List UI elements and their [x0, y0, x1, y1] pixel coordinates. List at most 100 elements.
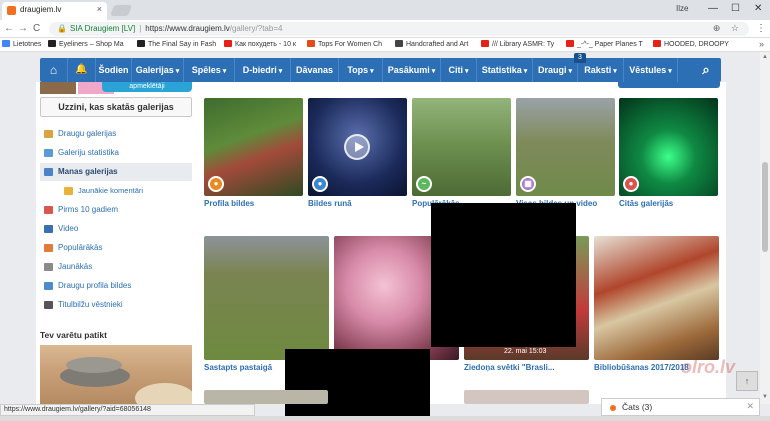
gallery-thumbnail[interactable]: ● [619, 98, 718, 196]
nav-item-label: Citi [448, 65, 463, 75]
nav-item-galerijas[interactable]: Galerijas ▾ [132, 58, 184, 82]
sidebar-item-icon [44, 206, 53, 214]
sidebar-item-icon [44, 263, 53, 271]
gallery-thumbnail[interactable] [204, 390, 328, 404]
sidebar-item[interactable]: Manas galerijas [40, 163, 192, 181]
top-action-strip[interactable] [618, 82, 720, 88]
gallery-thumbnail[interactable]: ▦ [516, 98, 615, 196]
gallery-title[interactable]: Citās galerijās [619, 199, 673, 208]
gallery-thumbnail[interactable]: ~ [412, 98, 511, 196]
scrollbar-thumb[interactable] [762, 162, 768, 252]
recommendation-image[interactable] [40, 345, 192, 404]
gallery-thumbnail[interactable] [464, 390, 589, 404]
maximize-icon[interactable]: ☐ [731, 3, 740, 14]
page-scrollbar[interactable]: ▲ ▼ [760, 52, 770, 404]
nav-item--odien[interactable]: Šodien [96, 58, 132, 82]
sidebar-item[interactable]: Populārākās [40, 239, 192, 257]
forward-arrow-icon[interactable]: → [18, 23, 28, 34]
nav-item-statistika[interactable]: Statistika ▾ [477, 58, 533, 82]
window-close-icon[interactable]: ✕ [754, 3, 762, 14]
chevron-down-icon: ▾ [613, 68, 617, 75]
gallery-type-icon: ▦ [520, 176, 536, 192]
search-icon[interactable]: ⌕ [691, 58, 721, 82]
bookmark-item[interactable]: Eyeliners – Shop Ma [48, 40, 124, 48]
nav-item-pas-kumi[interactable]: Pasākumi ▾ [383, 58, 441, 82]
scroll-down-icon[interactable]: ▼ [762, 394, 768, 400]
sidebar-item[interactable]: Video [40, 220, 192, 238]
sidebar-item[interactable]: Draugu profila bildes [40, 277, 192, 295]
nav-item-d-biedri[interactable]: D-biedri ▾ [235, 58, 291, 82]
nav-item-sp-les[interactable]: Spēles ▾ [184, 58, 235, 82]
bookmark-favicon-icon [481, 40, 489, 47]
tab-close-icon[interactable]: × [97, 4, 102, 14]
browser-menu-icon[interactable]: ⋮ [756, 23, 766, 34]
who-views-galleries-button[interactable]: Uzzini, kas skatās galerijas [40, 97, 192, 117]
bookmark-item[interactable]: _-^-_ Paper Planes T [566, 40, 643, 48]
sidebar-item[interactable]: Titulbilžu vēstnieki [40, 296, 192, 314]
gallery-title[interactable]: Bildes runā [308, 199, 352, 208]
redacted-region [431, 203, 576, 347]
gallery-title[interactable]: Bibliobūšanas 2017/2018 [594, 363, 689, 372]
favicon-icon [7, 6, 16, 15]
nav-item-citi[interactable]: Citi ▾ [441, 58, 477, 82]
sidebar-item-label: Jaunākās [58, 262, 93, 271]
bookmark-item[interactable]: /// Library ASMR: Ty [481, 40, 554, 48]
chevron-down-icon: ▾ [370, 68, 374, 75]
nav-item-label: Draugi [537, 65, 567, 75]
bookmark-item[interactable]: HOODED, DROOPY [653, 40, 729, 48]
bookmarks-more-icon[interactable]: » [759, 39, 764, 49]
sidebar-item-icon [44, 244, 53, 252]
sidebar-item[interactable]: Pirms 10 gadiem [40, 201, 192, 219]
gallery-title[interactable]: Sastapts pastaigā [204, 363, 272, 372]
zoom-and-star-icon[interactable]: ⊕ ☆ [713, 23, 743, 34]
browser-tab[interactable]: draugiem.lv × [2, 2, 107, 20]
minimize-icon[interactable]: — [708, 3, 718, 14]
gallery-title[interactable]: Profila bildes [204, 199, 254, 208]
scroll-to-top-button[interactable]: ↑ [736, 371, 758, 391]
sidebar-item[interactable]: Jaunākie komentāri [40, 182, 192, 200]
bookmark-item[interactable]: Как похудеть - 10 к [224, 40, 296, 48]
bookmark-item[interactable]: Lietotnes [2, 40, 41, 48]
url-input[interactable]: 🔒 SIA Draugiem [LV] | https://www.draugiem.… [49, 22, 749, 36]
bell-icon[interactable]: 🔔 [68, 58, 96, 82]
nav-item-d-vanas[interactable]: Dāvanas [291, 58, 339, 82]
bookmark-item[interactable]: Tops For Women Ch [307, 40, 382, 48]
sidebar-item[interactable]: Jaunākās [40, 258, 192, 276]
play-icon[interactable] [344, 134, 370, 160]
reload-icon[interactable]: C [33, 23, 40, 34]
new-tab-button[interactable] [109, 5, 133, 16]
nav-item-v-stules[interactable]: Vēstules ▾ [624, 58, 678, 82]
sidebar-item[interactable]: Galeriju statistika [40, 144, 192, 162]
bookmark-item[interactable]: Handcrafted and Art [395, 40, 468, 48]
browser-tab-bar: draugiem.lv × Ilze — ☐ ✕ [0, 0, 770, 20]
gallery-thumbnail[interactable]: ● [204, 98, 303, 196]
scroll-up-icon[interactable]: ▲ [762, 54, 768, 60]
chat-widget[interactable]: Čats (3) ✕ [601, 398, 760, 416]
chat-close-icon[interactable]: ✕ [746, 401, 754, 412]
sidebar-item[interactable]: Draugu galerijas [40, 125, 192, 143]
sidebar-item-label: Jaunākie komentāri [78, 186, 144, 195]
chevron-down-icon: ▾ [668, 68, 672, 75]
nav-item-tops[interactable]: Tops ▾ [339, 58, 383, 82]
chat-online-icon [610, 405, 616, 411]
profile-name[interactable]: Ilze [676, 4, 688, 13]
sidebar-item-label: Pirms 10 gadiem [58, 205, 119, 214]
home-icon[interactable]: ⌂ [40, 58, 68, 82]
gallery-thumbnail[interactable] [594, 236, 719, 360]
thumbnail-image[interactable] [40, 82, 76, 94]
nav-item-draugi[interactable]: Draugi ▾ [533, 58, 578, 82]
bookmark-label: Lietotnes [13, 41, 42, 48]
nav-item-label: Dāvanas [295, 65, 334, 75]
gallery-thumbnail[interactable]: ● [308, 98, 407, 196]
sidebar-item-icon [44, 130, 53, 138]
nav-item-label: Šodien [98, 65, 129, 75]
gallery-thumbnail[interactable] [204, 236, 329, 360]
visitors-banner[interactable]: apmeklētāji [102, 82, 192, 92]
bookmark-label: Как похудеть - 10 к [235, 41, 296, 48]
bookmark-favicon-icon [48, 40, 56, 47]
gallery-title[interactable]: Ziedoņa svētki "Brasli... [464, 363, 555, 372]
bookmark-item[interactable]: The Final Say in Fash [137, 40, 216, 48]
sidebar-item-icon [44, 168, 53, 176]
redacted-region [285, 349, 430, 416]
back-arrow-icon[interactable]: ← [4, 23, 14, 34]
